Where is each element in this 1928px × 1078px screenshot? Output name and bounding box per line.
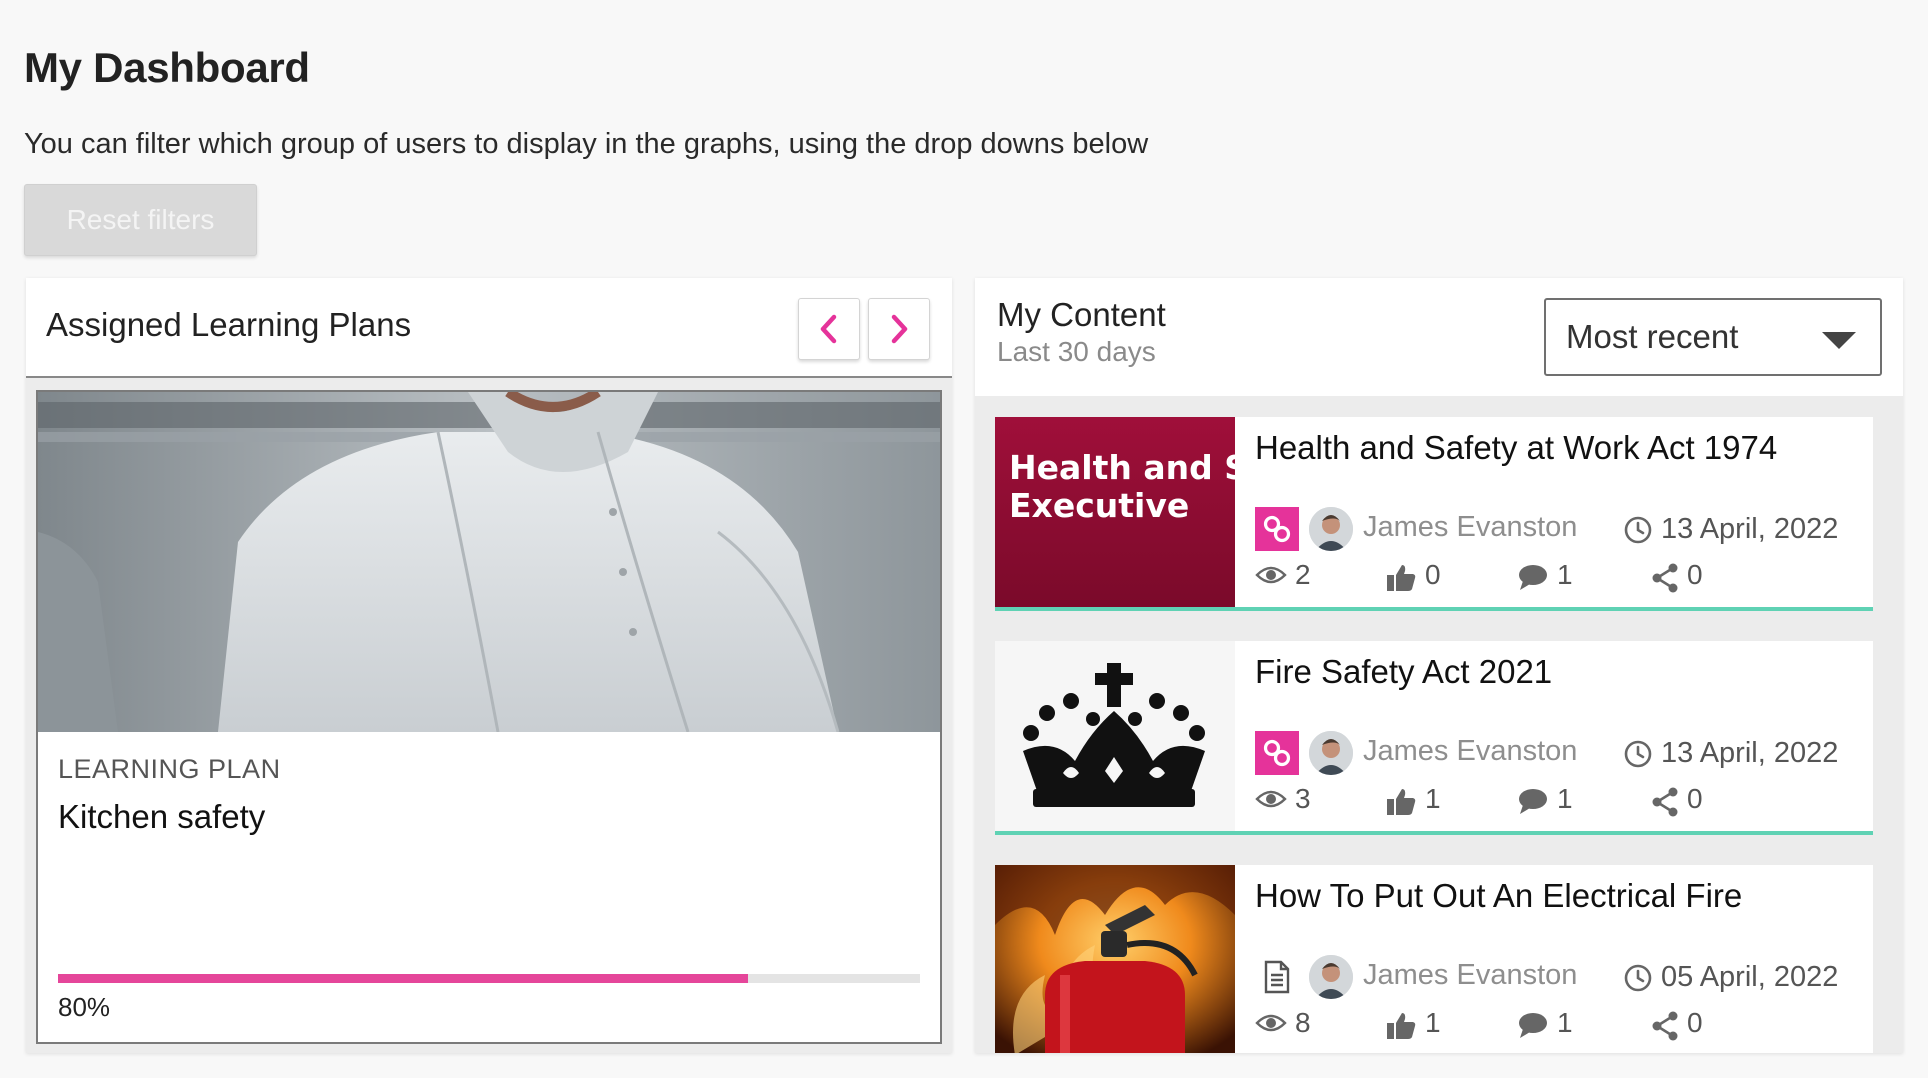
- my-content-header: My Content Last 30 days Most recent: [975, 278, 1903, 396]
- share-icon: [1652, 787, 1678, 817]
- author-name: James Evanston: [1363, 511, 1578, 543]
- document-icon: [1255, 955, 1299, 999]
- thumbs-up-icon: [1387, 789, 1416, 815]
- link-icon: [1255, 507, 1299, 551]
- share-icon: [1652, 1011, 1678, 1041]
- content-item[interactable]: Health and S Executive Health and Safety…: [995, 417, 1873, 611]
- author-avatar: [1309, 955, 1353, 999]
- likes-count: 1: [1425, 783, 1441, 814]
- shares-count: 0: [1687, 783, 1703, 814]
- crown-icon: [995, 641, 1235, 831]
- author-name: James Evanston: [1363, 735, 1578, 767]
- comment-icon: [1519, 565, 1547, 590]
- views-count: 2: [1295, 559, 1311, 590]
- assigned-learning-plans-panel: Assigned Learning Plans LEARNING PLAN Ki…: [26, 278, 952, 1053]
- learning-plans-title: Assigned Learning Plans: [46, 306, 412, 343]
- page-description: You can filter which group of users to d…: [24, 128, 1149, 160]
- content-title[interactable]: How To Put Out An Electrical Fire: [1255, 877, 1742, 915]
- link-icon: [1255, 731, 1299, 775]
- content-title[interactable]: Health and Safety at Work Act 1974: [1255, 429, 1777, 467]
- sort-selected-value: Most recent: [1566, 318, 1739, 355]
- content-meta: James Evanston 13 April, 2022: [1255, 731, 1855, 775]
- fire-extinguisher-icon: [995, 865, 1235, 1053]
- content-item[interactable]: Fire Safety Act 2021 James Evanston 13 A…: [995, 641, 1873, 835]
- clock-icon: [1624, 964, 1652, 992]
- page-title: My Dashboard: [24, 44, 310, 91]
- reset-filters-button[interactable]: Reset filters: [24, 184, 257, 256]
- content-thumbnail: [995, 865, 1235, 1053]
- date-text: 05 April, 2022: [1661, 961, 1839, 993]
- content-stats: 8 1 1 0: [1255, 1005, 1855, 1045]
- thumbs-up-icon: [1387, 1013, 1416, 1039]
- thumbnail-text-line-1: Health and S: [1009, 448, 1235, 487]
- author-avatar: [1309, 507, 1353, 551]
- previous-button[interactable]: [798, 298, 860, 360]
- content-thumbnail: Health and S Executive: [995, 417, 1235, 607]
- shares-count: 0: [1687, 559, 1703, 590]
- content-item[interactable]: How To Put Out An Electrical Fire James …: [995, 865, 1873, 1053]
- learning-plan-image: [38, 392, 940, 732]
- content-stats: 3 1 1 0: [1255, 781, 1855, 821]
- learning-plan-card[interactable]: LEARNING PLAN Kitchen safety 80%: [36, 390, 942, 1044]
- comments-count: 1: [1557, 1007, 1573, 1038]
- progress-label: 80%: [58, 992, 111, 1022]
- likes-count: 0: [1425, 559, 1441, 590]
- my-content-title: My Content: [997, 296, 1166, 333]
- date-text: 13 April, 2022: [1661, 737, 1839, 769]
- progress-bar-fill: [58, 974, 748, 983]
- date-text: 13 April, 2022: [1661, 513, 1839, 545]
- sort-dropdown[interactable]: Most recent: [1544, 298, 1882, 376]
- content-stats: 2 0 1 0: [1255, 557, 1855, 597]
- card-accent-line: [995, 607, 1873, 611]
- eye-icon: [1255, 790, 1287, 808]
- author-avatar: [1309, 731, 1353, 775]
- eye-icon: [1255, 566, 1287, 584]
- content-meta: James Evanston 13 April, 2022: [1255, 507, 1855, 551]
- likes-count: 1: [1425, 1007, 1441, 1038]
- card-accent-line: [995, 831, 1873, 835]
- comment-icon: [1519, 1013, 1547, 1038]
- eye-icon: [1255, 1014, 1287, 1032]
- chevron-left-icon: [820, 314, 837, 344]
- my-content-subtitle: Last 30 days: [997, 336, 1156, 367]
- thumbs-up-icon: [1387, 565, 1416, 591]
- views-count: 3: [1295, 783, 1311, 814]
- content-thumbnail: [995, 641, 1235, 831]
- learning-plan-type: LEARNING PLAN: [58, 754, 281, 784]
- clock-icon: [1624, 740, 1652, 768]
- chevron-right-icon: [891, 314, 908, 344]
- clock-icon: [1624, 516, 1652, 544]
- comment-icon: [1519, 789, 1547, 814]
- caret-down-icon: [1822, 332, 1856, 349]
- comments-count: 1: [1557, 783, 1573, 814]
- content-meta: James Evanston 05 April, 2022: [1255, 955, 1855, 999]
- learning-plan-name: Kitchen safety: [58, 798, 266, 835]
- comments-count: 1: [1557, 559, 1573, 590]
- content-title[interactable]: Fire Safety Act 2021: [1255, 653, 1552, 691]
- thumbnail-text-line-2: Executive: [1009, 486, 1189, 525]
- next-button[interactable]: [868, 298, 930, 360]
- share-icon: [1652, 563, 1678, 593]
- progress-bar: [58, 974, 920, 983]
- author-name: James Evanston: [1363, 959, 1578, 991]
- shares-count: 0: [1687, 1007, 1703, 1038]
- my-content-panel: My Content Last 30 days Most recent Heal…: [975, 278, 1903, 1053]
- learning-plans-header: Assigned Learning Plans: [26, 278, 952, 378]
- views-count: 8: [1295, 1007, 1311, 1038]
